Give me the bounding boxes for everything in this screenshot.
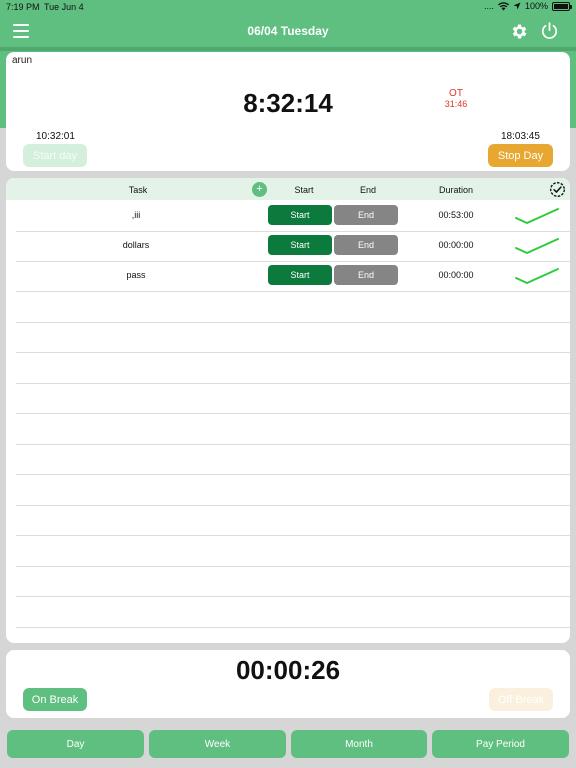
battery-percent: 100% [524, 1, 548, 11]
tab-day[interactable]: Day [7, 730, 144, 758]
status-date: Tue Jun 4 [44, 2, 84, 12]
row-divider [16, 566, 570, 567]
task-start-button[interactable]: Start [268, 235, 332, 255]
check-icon[interactable] [514, 267, 560, 285]
row-divider [16, 413, 570, 414]
break-timer: 00:00:26 [235, 655, 341, 685]
check-icon[interactable] [514, 237, 560, 255]
column-start: Start [294, 185, 314, 195]
task-name: ,iii [131, 210, 141, 220]
row-divider [16, 535, 570, 536]
row-divider [16, 231, 570, 232]
check-icon[interactable] [514, 207, 560, 225]
break-card: 00:00:26 On Break Off Break [6, 650, 570, 718]
day-summary-card: arun 8:32:14 OT 31:46 10:32:01 18:03:45 … [6, 52, 570, 171]
stop-day-button[interactable]: Stop Day [488, 144, 553, 167]
user-name: arun [12, 55, 33, 66]
app-header: 06/04 Tuesday [0, 14, 576, 48]
task-end-button[interactable]: End [334, 265, 398, 285]
row-divider [16, 352, 570, 353]
status-time: 7:19 PM [6, 2, 40, 12]
tab-week[interactable]: Week [149, 730, 286, 758]
table-row: ,iii Start End 00:53:00 [6, 201, 570, 231]
task-list-card: Task + Start End Duration ,iii Start End… [6, 178, 570, 643]
row-divider [16, 505, 570, 506]
task-table-header: Task + Start End Duration [6, 178, 570, 200]
start-day-button[interactable]: Start day [23, 144, 87, 167]
task-duration: 00:00:00 [438, 240, 474, 250]
work-timer: 8:32:14 [243, 88, 333, 118]
tab-pay-period[interactable]: Pay Period [432, 730, 569, 758]
row-divider [16, 627, 570, 628]
power-icon[interactable] [540, 21, 559, 41]
task-start-button[interactable]: Start [268, 265, 332, 285]
page-title: 06/04 Tuesday [247, 24, 329, 38]
task-end-button[interactable]: End [334, 235, 398, 255]
row-divider [16, 261, 570, 262]
location-arrow-icon [513, 2, 521, 10]
add-task-button[interactable]: + [252, 182, 267, 197]
task-end-button[interactable]: End [334, 205, 398, 225]
tab-month[interactable]: Month [291, 730, 427, 758]
status-indicators: .... 100% [483, 1, 572, 11]
battery-icon [552, 1, 572, 11]
task-start-button[interactable]: Start [268, 205, 332, 225]
signal-dots: .... [483, 1, 494, 11]
task-name: pass [126, 270, 146, 280]
header-divider [0, 47, 576, 51]
row-divider [16, 291, 570, 292]
on-break-button[interactable]: On Break [23, 688, 87, 711]
row-divider [16, 444, 570, 445]
off-break-button[interactable]: Off Break [489, 688, 553, 711]
day-stop-time: 18:03:45 [501, 131, 540, 142]
row-divider [16, 474, 570, 475]
overtime-value: 31:46 [444, 99, 468, 109]
status-bar: 7:19 PM Tue Jun 4 .... 100% [0, 0, 576, 14]
column-duration: Duration [438, 185, 474, 195]
task-duration: 00:00:00 [438, 270, 474, 280]
task-duration: 00:53:00 [438, 210, 474, 220]
check-all-icon[interactable] [549, 181, 566, 198]
overtime-label: OT [449, 88, 463, 99]
day-start-time: 10:32:01 [36, 131, 75, 142]
wifi-icon [497, 1, 509, 10]
task-name: dollars [122, 240, 150, 250]
row-divider [16, 596, 570, 597]
gear-icon[interactable] [510, 22, 529, 41]
row-divider [16, 322, 570, 323]
column-task: Task [128, 185, 148, 195]
table-row: dollars Start End 00:00:00 [6, 231, 570, 261]
table-row: pass Start End 00:00:00 [6, 261, 570, 291]
row-divider [16, 383, 570, 384]
column-end: End [359, 185, 376, 195]
